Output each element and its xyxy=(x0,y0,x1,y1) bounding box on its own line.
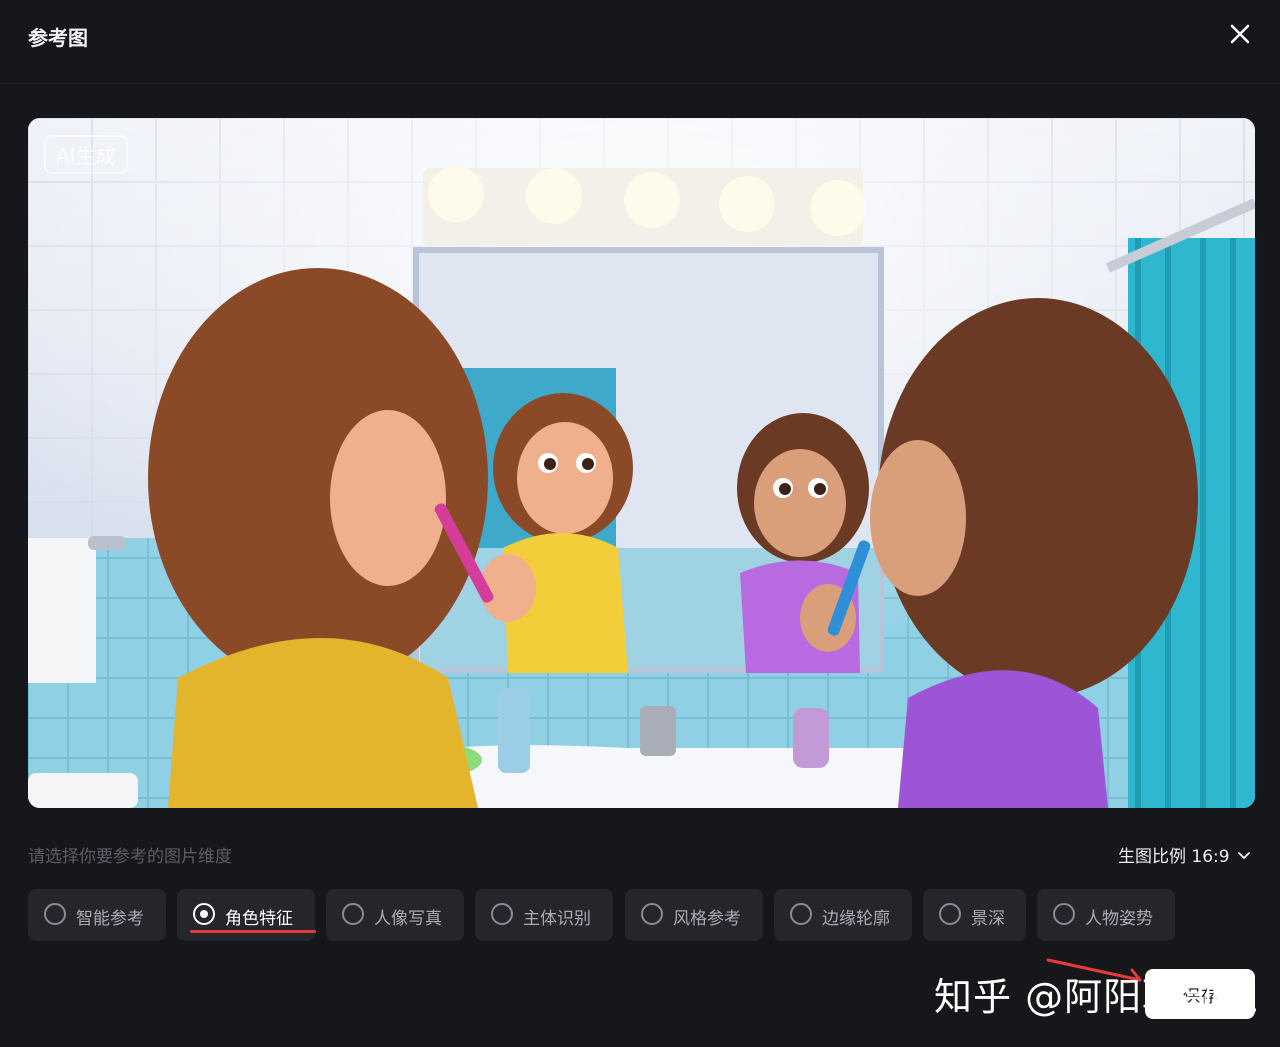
option-depth-of-field[interactable]: 景深 xyxy=(923,889,1026,941)
chevron-down-icon xyxy=(1237,851,1250,859)
option-label: 边缘轮廓 xyxy=(822,909,890,929)
aspect-ratio-label: 生图比例 16:9 xyxy=(1118,847,1230,867)
option-label: 风格参考 xyxy=(673,909,741,929)
radio-icon xyxy=(44,903,66,925)
reference-image-illustration xyxy=(28,118,1255,808)
selected-underline xyxy=(190,930,316,933)
radio-icon xyxy=(790,903,812,925)
radio-icon xyxy=(1053,903,1075,925)
option-style-reference[interactable]: 风格参考 xyxy=(625,889,763,941)
watermark: 知乎 @阿阳聊副业 xyxy=(934,975,1260,1019)
option-label: 人物姿势 xyxy=(1085,909,1153,929)
aspect-ratio-select[interactable]: 生图比例 16:9 xyxy=(1118,842,1252,867)
option-label: 人像写真 xyxy=(374,909,442,929)
option-portrait[interactable]: 人像写真 xyxy=(326,889,464,941)
dialog-header: 参考图 xyxy=(0,0,1280,84)
close-button[interactable] xyxy=(1222,16,1258,52)
option-label: 智能参考 xyxy=(76,909,144,929)
reference-image: AI生成 xyxy=(28,118,1255,808)
dialog-title: 参考图 xyxy=(28,26,88,50)
option-label: 主体识别 xyxy=(523,909,591,929)
option-label: 角色特征 xyxy=(225,909,293,929)
radio-icon xyxy=(641,903,663,925)
option-smart-reference[interactable]: 智能参考 xyxy=(28,889,166,941)
ai-generated-badge: AI生成 xyxy=(44,135,128,174)
dimension-hint: 请选择你要参考的图片维度 xyxy=(28,847,232,867)
radio-icon xyxy=(342,903,364,925)
option-edge-outline[interactable]: 边缘轮廓 xyxy=(774,889,912,941)
close-icon xyxy=(1230,24,1250,44)
option-character-features[interactable]: 角色特征 xyxy=(177,889,315,941)
radio-selected-icon xyxy=(193,903,215,925)
radio-icon xyxy=(491,903,513,925)
radio-icon xyxy=(939,903,961,925)
option-pose[interactable]: 人物姿势 xyxy=(1037,889,1175,941)
option-subject-recognition[interactable]: 主体识别 xyxy=(475,889,613,941)
option-label: 景深 xyxy=(971,909,1005,929)
